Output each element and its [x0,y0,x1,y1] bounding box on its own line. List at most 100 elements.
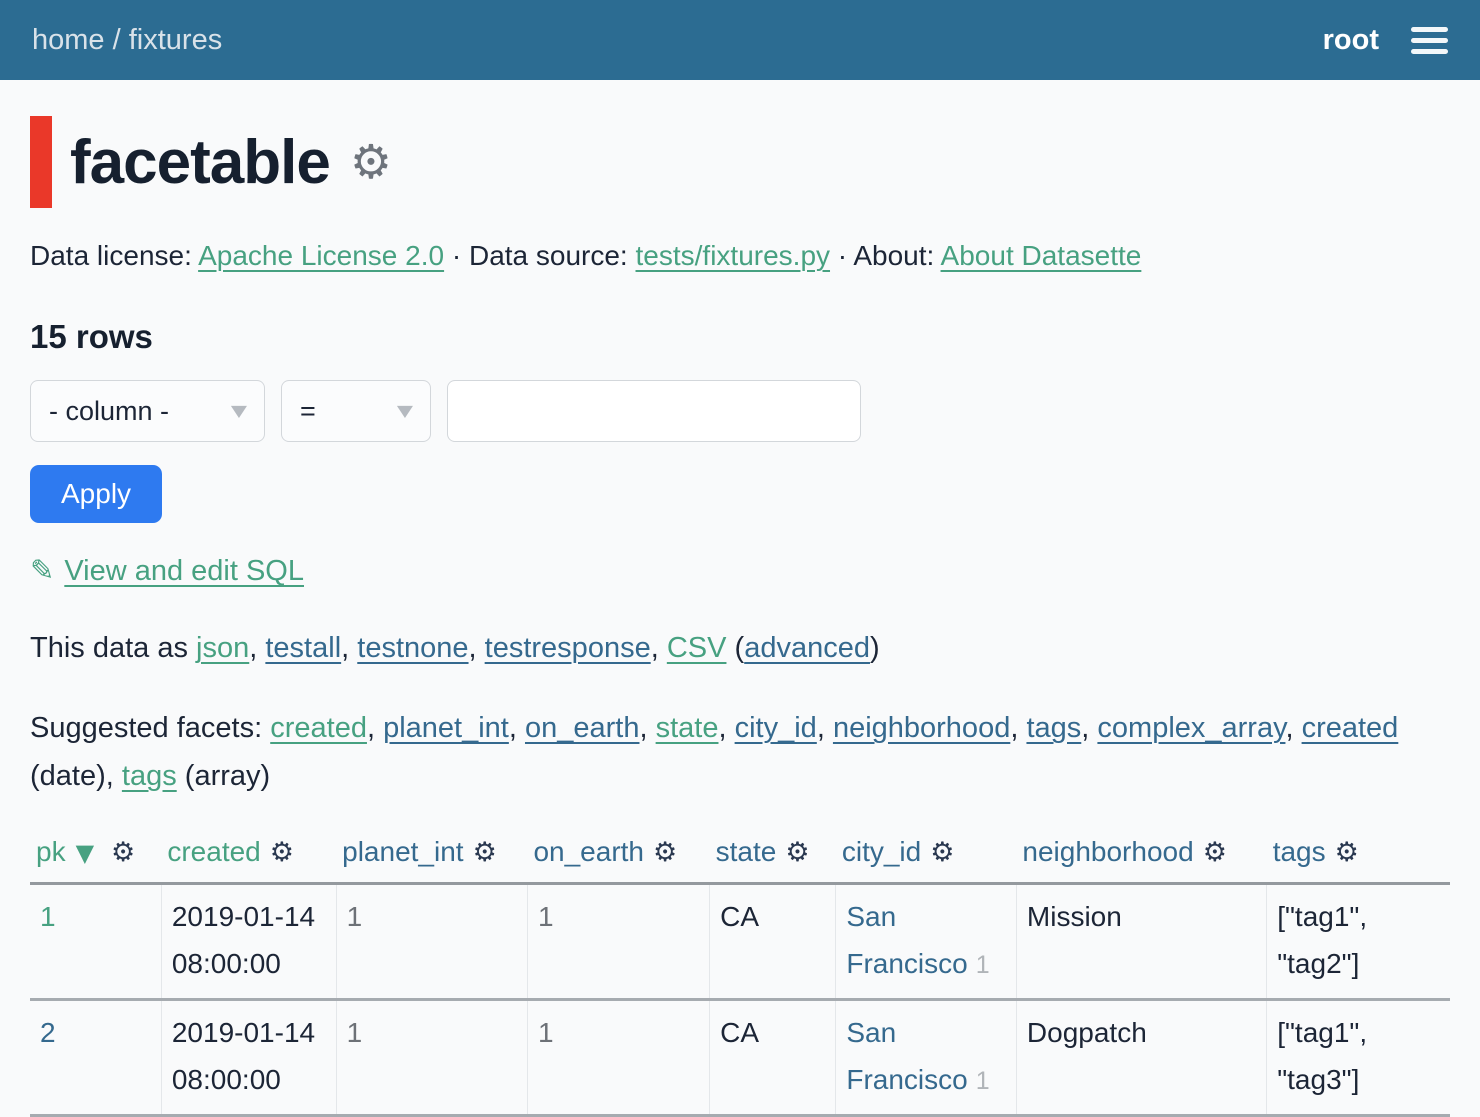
cell-neighborhood: Dogpatch [1016,999,1266,1115]
row-count: 15 rows [30,318,1450,356]
sort-created-link[interactable]: created [167,836,260,867]
column-gear-icon[interactable] [785,837,809,867]
source-label: Data source: [469,240,628,271]
cell-tags: ["tag1", "tag3"] [1267,999,1450,1115]
filter-value-input[interactable] [447,380,861,442]
breadcrumb-home-link[interactable]: home [32,24,105,56]
row-pk-link[interactable]: 1 [40,901,56,932]
city-link[interactable]: San Francisco [846,901,967,980]
navbar: home / fixtures root [0,0,1480,80]
column-gear-icon[interactable] [653,837,677,867]
facet-link-complex-array[interactable]: complex_array [1097,712,1285,744]
breadcrumb: home / fixtures [32,24,222,57]
export-link-advanced[interactable]: advanced [744,632,870,664]
view-edit-sql-link[interactable]: View and edit SQL [64,555,304,587]
cell-city-id: San Francisco 1 [836,883,1017,999]
column-header-tags: tags [1267,830,1450,884]
filter-operator-select[interactable]: = [281,380,431,442]
table-row: 1 2019-01-14 08:00:00 1 1 CA San Francis… [30,883,1450,999]
city-count: 1 [976,1067,990,1095]
export-link-testnone[interactable]: testnone [357,632,468,664]
table-settings-gear-icon[interactable] [350,138,392,186]
sort-on-earth-link[interactable]: on_earth [533,836,644,867]
apply-button[interactable]: Apply [30,465,162,523]
export-line: This data as json, testall, testnone, te… [30,632,1450,665]
facet-link-tags-array[interactable]: tags [122,760,177,792]
column-header-on-earth: on_earth [527,830,709,884]
cell-city-id: San Francisco 1 [836,999,1017,1115]
cell-pk: 1 [30,883,161,999]
page-title: facetable [70,127,330,198]
column-header-pk: pk [30,830,161,884]
hamburger-menu-icon[interactable] [1411,23,1448,58]
cell-pk: 2 [30,999,161,1115]
export-link-csv[interactable]: CSV [667,632,727,664]
facet-link-on-earth[interactable]: on_earth [525,712,640,744]
breadcrumb-separator: / [113,24,121,56]
license-link[interactable]: Apache License 2.0 [198,240,444,271]
source-link[interactable]: tests/fixtures.py [636,240,831,271]
facet-link-created-date[interactable]: created [1302,712,1399,744]
sort-state-link[interactable]: state [716,836,777,867]
pencil-icon [30,555,64,587]
navbar-right: root [1323,23,1448,58]
facet-link-created[interactable]: created [270,712,367,744]
column-header-city-id: city_id [836,830,1017,884]
facet-link-state[interactable]: state [656,712,719,744]
column-header-state: state [710,830,836,884]
table-row: 2 2019-01-14 08:00:00 1 1 CA San Francis… [30,999,1450,1115]
column-gear-icon[interactable] [473,837,497,867]
sort-city-id-link[interactable]: city_id [842,836,921,867]
city-link[interactable]: San Francisco [846,1017,967,1096]
city-count: 1 [976,951,990,979]
cell-state: CA [710,883,836,999]
sort-neighborhood-link[interactable]: neighborhood [1022,836,1193,867]
separator-dot: · [452,240,461,271]
column-gear-icon[interactable] [1203,837,1227,867]
cell-created: 2019-01-14 08:00:00 [161,999,336,1115]
title-row: facetable [30,116,1450,208]
breadcrumb-database-link[interactable]: fixtures [129,24,222,56]
separator-dot: · [838,240,847,271]
column-gear-icon[interactable] [1335,837,1359,867]
facet-link-tags[interactable]: tags [1026,712,1081,744]
filter-column-select[interactable]: - column - [30,380,265,442]
cell-tags: ["tag1", "tag2"] [1267,883,1450,999]
license-label: Data license: [30,240,192,271]
facets-prefix: Suggested facets: [30,712,262,744]
suggested-facets-line: Suggested facets: created, planet_int, o… [30,705,1450,801]
sort-pk-link[interactable]: pk [36,836,66,867]
column-gear-icon[interactable] [270,837,294,867]
about-label: About: [853,240,934,271]
sql-line: View and edit SQL [30,553,1450,588]
operator-select-wrapper: = [281,380,431,442]
export-link-testresponse[interactable]: testresponse [485,632,651,664]
cell-on-earth: 1 [527,999,709,1115]
metadata-line: Data license: Apache License 2.0 · Data … [30,240,1450,272]
about-link[interactable]: About Datasette [941,240,1142,271]
row-pk-link[interactable]: 2 [40,1017,56,1048]
main-content: facetable Data license: Apache License 2… [0,80,1480,1117]
sort-desc-icon [66,836,102,867]
column-header-created: created [161,830,336,884]
table-header-row: pk created planet_int on_earth state cit… [30,830,1450,884]
export-link-json[interactable]: json [196,632,249,664]
facet-link-city-id[interactable]: city_id [735,712,817,744]
export-prefix: This data as [30,632,188,664]
column-header-neighborhood: neighborhood [1016,830,1266,884]
filter-row: - column - = [30,380,1450,442]
facet-link-neighborhood[interactable]: neighborhood [833,712,1010,744]
column-gear-icon[interactable] [930,837,954,867]
cell-planet-int: 1 [336,999,527,1115]
column-gear-icon[interactable] [111,837,135,867]
paren-open: ( [735,632,745,664]
sort-planet-int-link[interactable]: planet_int [342,836,463,867]
cell-created: 2019-01-14 08:00:00 [161,883,336,999]
cell-planet-int: 1 [336,883,527,999]
sort-tags-link[interactable]: tags [1273,836,1326,867]
paren-close: ) [870,632,880,664]
facet-suffix-date: (date), [30,760,114,792]
export-link-testall[interactable]: testall [265,632,341,664]
cell-neighborhood: Mission [1016,883,1266,999]
facet-link-planet-int[interactable]: planet_int [383,712,509,744]
